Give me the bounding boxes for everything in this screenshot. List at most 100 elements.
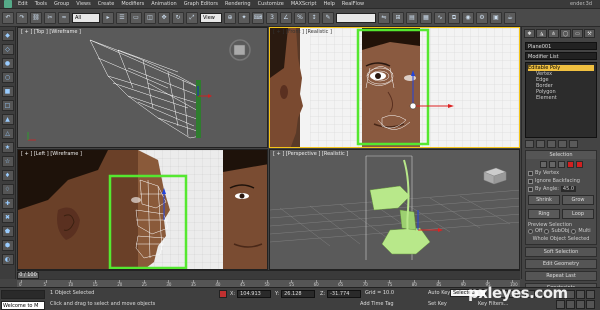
- viewport-front[interactable]: [ + ] [Front ] [Realistic ]: [269, 27, 520, 148]
- keyboard-shortcut-icon[interactable]: ⌨: [252, 11, 264, 24]
- plugin-tool-icon-15[interactable]: ⬟: [1, 226, 14, 237]
- align-icon[interactable]: ⊞: [392, 11, 404, 24]
- menu-item-edit[interactable]: Edit: [18, 1, 28, 7]
- display-tab-icon[interactable]: ▭: [572, 29, 583, 38]
- plugin-tool-icon-1[interactable]: ◆: [1, 30, 14, 41]
- show-end-result-icon[interactable]: [536, 140, 545, 148]
- edge-level-icon[interactable]: [548, 161, 556, 168]
- plugin-tool-icon-7[interactable]: ▲: [1, 114, 14, 125]
- preview-subobj-radio[interactable]: [544, 228, 550, 234]
- plugin-tool-icon-16[interactable]: ⬢: [1, 240, 14, 251]
- auto-key-button[interactable]: Auto Key: [428, 290, 450, 296]
- menu-item-create[interactable]: Create: [98, 1, 115, 7]
- ring-button[interactable]: Ring: [528, 209, 560, 219]
- zoom-extents-icon[interactable]: [576, 290, 585, 299]
- border-level-icon[interactable]: [557, 161, 565, 168]
- set-key-button[interactable]: Set Key: [428, 301, 447, 307]
- loop-button[interactable]: Loop: [562, 209, 594, 219]
- by-angle-checkbox[interactable]: [528, 186, 533, 192]
- time-slider[interactable]: 0 / 100: [17, 272, 39, 279]
- select-and-rotate-icon[interactable]: ↻: [172, 11, 184, 24]
- viewport-left-label[interactable]: [ + ] [Left ] [Wireframe ]: [21, 151, 82, 157]
- menu-item-modifiers[interactable]: Modifiers: [121, 1, 144, 7]
- selection-lock-icon[interactable]: [219, 290, 227, 298]
- remove-modifier-icon[interactable]: [558, 140, 567, 148]
- window-crossing-icon[interactable]: ◫: [144, 11, 156, 24]
- repeat-last-rollout[interactable]: Repeat Last: [525, 271, 597, 281]
- soft-selection-rollout[interactable]: Soft Selection: [525, 247, 597, 257]
- redo-icon[interactable]: ↷: [16, 11, 28, 24]
- add-time-tag-button[interactable]: Add Time Tag: [360, 301, 394, 307]
- utilities-tab-icon[interactable]: ⚒: [584, 29, 595, 38]
- snap-toggle-icon[interactable]: 3: [266, 11, 278, 24]
- plugin-tool-icon-14[interactable]: ✖: [1, 212, 14, 223]
- maximize-viewport-icon[interactable]: [586, 300, 595, 309]
- stack-subobject-element[interactable]: Element: [528, 95, 594, 101]
- undo-icon[interactable]: ↶: [2, 11, 14, 24]
- maxscript-mini-listener-top[interactable]: [1, 290, 45, 299]
- track-bar[interactable]: 0 5 10 15 20 25 30 35 40 45 50 55 60 65 70 75 80 85 90 95 10…: [17, 279, 520, 287]
- by-angle-spinner[interactable]: 45.0: [560, 186, 577, 192]
- plugin-tool-icon-11[interactable]: ♦: [1, 170, 14, 181]
- material-editor-icon[interactable]: ◉: [462, 11, 474, 24]
- plugin-tool-icon-12[interactable]: ♢: [1, 184, 14, 195]
- select-and-move-icon[interactable]: ✥: [158, 11, 170, 24]
- menu-item-maxscript[interactable]: MAXScript: [291, 1, 317, 7]
- plugin-tool-icon-17[interactable]: ◐: [1, 254, 14, 265]
- hierarchy-tab-icon[interactable]: ⋔: [548, 29, 559, 38]
- configure-modifier-sets-icon[interactable]: [569, 140, 578, 148]
- viewport-top-label[interactable]: [ + ] [Top ] [Wireframe ]: [21, 29, 81, 35]
- plugin-tool-icon-10[interactable]: ☆: [1, 156, 14, 167]
- selection-filter-dropdown[interactable]: All: [72, 12, 100, 23]
- curve-editor-icon[interactable]: ∿: [434, 11, 446, 24]
- polygon-level-icon[interactable]: [566, 161, 574, 168]
- plugin-tool-icon-3[interactable]: ●: [1, 58, 14, 69]
- select-by-name-icon[interactable]: ☰: [116, 11, 128, 24]
- unlink-icon[interactable]: ✂: [44, 11, 56, 24]
- plugin-tool-icon-5[interactable]: ■: [1, 86, 14, 97]
- maxscript-mini-listener[interactable]: Welcome to M: [1, 301, 45, 310]
- reference-coordinate-dropdown[interactable]: View: [200, 12, 222, 23]
- y-coordinate-field[interactable]: 26.128: [281, 290, 316, 298]
- named-selection-field[interactable]: [336, 12, 376, 23]
- link-icon[interactable]: ⛓: [30, 11, 42, 24]
- viewport-left[interactable]: [ + ] [Left ] [Wireframe ]: [17, 149, 268, 270]
- selection-rollout-header[interactable]: Selection: [526, 151, 596, 159]
- menu-item-help[interactable]: Help: [324, 1, 335, 7]
- preview-off-radio[interactable]: [528, 228, 533, 234]
- x-coordinate-field[interactable]: 104.913: [237, 290, 272, 298]
- plugin-tool-icon-2[interactable]: ◇: [1, 44, 14, 55]
- menu-item-group[interactable]: Group: [54, 1, 69, 7]
- preview-multi-radio[interactable]: [571, 228, 577, 234]
- zoom-extents-all-icon[interactable]: [586, 290, 595, 299]
- plugin-tool-icon-6[interactable]: □: [1, 100, 14, 111]
- render-setup-icon[interactable]: ⚙: [476, 11, 488, 24]
- element-level-icon[interactable]: [575, 161, 583, 168]
- pivot-center-icon[interactable]: ⊕: [224, 11, 236, 24]
- edit-geometry-rollout[interactable]: Edit Geometry: [525, 259, 597, 269]
- create-tab-icon[interactable]: ✱: [524, 29, 535, 38]
- time-slider-track[interactable]: 0 / 100: [17, 270, 520, 279]
- viewport-perspective[interactable]: [ + ] [Perspective ] [Realistic ]: [269, 149, 520, 270]
- plugin-tool-icon-13[interactable]: ✚: [1, 198, 14, 209]
- menu-item-realflow[interactable]: RealFlow: [342, 1, 364, 7]
- repeat-last-button[interactable]: Repeat Last: [526, 272, 596, 280]
- schematic-view-icon[interactable]: ⧉: [448, 11, 460, 24]
- z-coordinate-field[interactable]: -31.774: [327, 290, 362, 298]
- make-unique-icon[interactable]: [547, 140, 556, 148]
- menu-item-rendering[interactable]: Rendering: [225, 1, 251, 7]
- graphite-ribbon-icon[interactable]: ▦: [420, 11, 432, 24]
- select-and-scale-icon[interactable]: ⤢: [186, 11, 198, 24]
- plugin-tool-icon-4[interactable]: ○: [1, 72, 14, 83]
- rendered-frame-window-icon[interactable]: ▣: [490, 11, 502, 24]
- menu-item-animation[interactable]: Animation: [151, 1, 177, 7]
- pin-stack-icon[interactable]: [525, 140, 534, 148]
- modifier-list-dropdown[interactable]: Modifier List: [525, 52, 597, 60]
- layer-manager-icon[interactable]: ▤: [406, 11, 418, 24]
- vertex-level-icon[interactable]: [539, 161, 547, 168]
- plugin-tool-icon-9[interactable]: ★: [1, 142, 14, 153]
- orbit-icon[interactable]: [576, 300, 585, 309]
- menu-item-customize[interactable]: Customize: [258, 1, 284, 7]
- mirror-icon[interactable]: ⇋: [378, 11, 390, 24]
- percent-snap-icon[interactable]: %: [294, 11, 306, 24]
